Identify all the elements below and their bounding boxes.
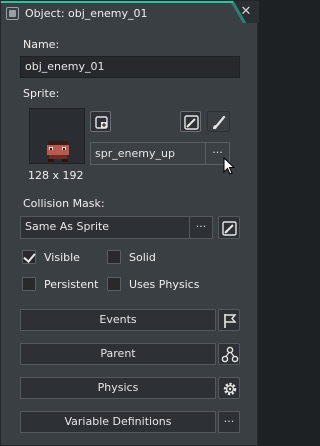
- gear-icon: [223, 382, 237, 396]
- parent-icon-button[interactable]: [218, 343, 240, 365]
- object-window-icon: [6, 7, 19, 20]
- name-label: Name:: [23, 38, 60, 51]
- edit-image-button[interactable]: [180, 111, 201, 132]
- flag-icon: [224, 314, 237, 328]
- window-title: Object: obj_enemy_01: [25, 7, 148, 20]
- events-icon-button[interactable]: [218, 309, 240, 331]
- solid-label: Solid: [129, 251, 156, 264]
- hierarchy-icon: [221, 346, 239, 363]
- object-tab[interactable]: Object: obj_enemy_01: [1, 1, 233, 23]
- edit-image-icon: [184, 115, 199, 130]
- visible-checkbox[interactable]: [22, 250, 36, 264]
- name-input[interactable]: obj_enemy_01: [20, 56, 240, 78]
- physics-icon-button[interactable]: [218, 377, 240, 399]
- variable-definitions-button[interactable]: Variable Definitions: [20, 411, 216, 433]
- persistent-label: Persistent: [44, 278, 99, 291]
- object-editor-window: Object: obj_enemy_01 ✕ Name: obj_enemy_0…: [0, 0, 259, 446]
- paintbrush-icon: [213, 115, 226, 130]
- physics-button[interactable]: Physics: [20, 377, 216, 399]
- sprite-label: Sprite:: [23, 87, 60, 100]
- events-button[interactable]: Events: [20, 309, 216, 331]
- sprite-editor-button[interactable]: [207, 111, 230, 132]
- edit-image-icon: [222, 221, 237, 236]
- visible-label: Visible: [44, 251, 80, 264]
- parent-button[interactable]: Parent: [20, 343, 216, 365]
- edit-collision-button[interactable]: [218, 216, 240, 239]
- enemy-sprite-thumbnail: [47, 141, 69, 162]
- new-sprite-button[interactable]: [90, 111, 111, 132]
- browse-collision-button[interactable]: ···: [189, 216, 213, 239]
- persistent-checkbox[interactable]: [22, 277, 36, 291]
- uses-physics-checkbox[interactable]: [107, 277, 121, 291]
- solid-checkbox[interactable]: [107, 250, 121, 264]
- uses-physics-label: Uses Physics: [129, 278, 200, 291]
- sprite-select-field[interactable]: spr_enemy_up: [90, 142, 206, 165]
- collision-mask-label: Collision Mask:: [23, 197, 105, 210]
- close-icon[interactable]: ✕: [237, 3, 255, 21]
- sprite-preview[interactable]: [29, 108, 85, 164]
- add-sprite-icon: [95, 116, 108, 129]
- sprite-dimensions: 128 x 192: [28, 169, 84, 182]
- collision-mask-field[interactable]: Same As Sprite: [20, 216, 190, 239]
- ellipsis-icon[interactable]: ···: [218, 411, 240, 433]
- mouse-cursor-icon: [223, 157, 235, 175]
